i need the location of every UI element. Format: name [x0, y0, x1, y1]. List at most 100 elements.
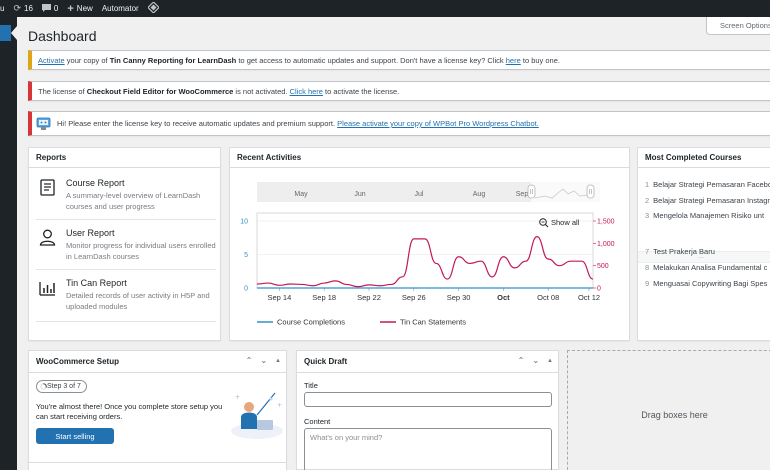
- new-content-link[interactable]: + New: [67, 3, 92, 15]
- x-tick-label: Oct: [497, 293, 510, 302]
- admin-bar: u ⟳ 16 0 + New Automator: [0, 0, 770, 17]
- new-label: New: [76, 4, 93, 13]
- progress-ring-icon: [40, 383, 47, 390]
- widget-header: Reports: [29, 148, 220, 168]
- bar-chart-icon: [39, 279, 56, 296]
- click-here-link[interactable]: Click here: [290, 87, 323, 96]
- course-item[interactable]: 2 Belajar Strategi Pemasaran Instagra: [645, 196, 770, 205]
- notice-text: to buy one.: [520, 55, 560, 65]
- move-down-icon[interactable]: ⌄: [260, 356, 267, 365]
- updates-link[interactable]: ⟳ 16: [13, 3, 32, 14]
- course-rank: 7: [645, 247, 650, 256]
- user-report-item[interactable]: User Report Monitor progress for individ…: [36, 226, 216, 270]
- y-right-tick-label: 1,000: [597, 241, 615, 248]
- content-label: Content: [304, 417, 331, 426]
- step-label: Step 3 of 7: [47, 383, 81, 390]
- toggle-panel-icon[interactable]: ▲: [547, 358, 553, 365]
- navigator-right-handle[interactable]: [586, 184, 595, 199]
- draft-content-textarea[interactable]: What's on your mind?: [304, 428, 552, 470]
- comments-link[interactable]: 0: [41, 3, 58, 14]
- course-rank: 9: [645, 279, 650, 288]
- move-up-icon[interactable]: ⌃: [246, 356, 253, 365]
- title-label: Title: [304, 381, 318, 390]
- license-notice-tincanny: Activate your copy of Tin Canny Reportin…: [28, 50, 770, 70]
- navigator-month-label: May: [294, 191, 308, 198]
- course-item[interactable]: 1 Belajar Strategi Pemasaran Facebo: [645, 180, 770, 189]
- setup-step-indicator: Step 3 of 7: [36, 380, 87, 393]
- widget-title: Most Completed Courses: [645, 153, 742, 162]
- widget-header: Recent Activities: [230, 148, 629, 168]
- notice-text: The license of: [38, 86, 87, 96]
- widget-title: Quick Draft: [304, 357, 348, 366]
- activate-link[interactable]: Activate: [38, 56, 65, 65]
- show-all-button[interactable]: Show all: [539, 218, 580, 228]
- notice-plugin-name: Tin Canny Reporting for LearnDash: [109, 55, 237, 65]
- course-name: Test Prakerja Baru: [653, 247, 715, 256]
- license-notice-wpbot: Hi! Please enter the license key to rece…: [28, 111, 770, 136]
- automator-link[interactable]: Automator: [102, 4, 139, 13]
- navigator-month-label: Aug: [473, 191, 486, 198]
- box-controls: ⌃ ⌄ ▲: [518, 356, 553, 365]
- screen-options-button[interactable]: Screen Options: [706, 17, 770, 35]
- toggle-panel-icon[interactable]: ▲: [275, 358, 281, 365]
- y-right-tick-label: 0: [597, 286, 601, 293]
- notice-text: to get access to automatic updates and s…: [236, 55, 506, 65]
- x-axis-ticks: Sep 14 Sep 18 Sep 22 Sep 26 Sep 30 Oct Oct 08 O…: [268, 288, 600, 302]
- move-up-icon[interactable]: ⌃: [518, 356, 525, 365]
- svg-text:+: +: [277, 402, 282, 409]
- svg-text:+: +: [235, 394, 240, 401]
- course-rank: 3: [645, 211, 650, 220]
- move-down-icon[interactable]: ⌄: [532, 356, 539, 365]
- comment-icon: [41, 3, 51, 14]
- tincan-report-item[interactable]: Tin Can Report Detailed records of user …: [36, 276, 216, 322]
- legend-label: Course Completions: [277, 318, 345, 327]
- page-title: Dashboard: [28, 28, 97, 44]
- setup-message: You're almost there! Once you complete s…: [36, 402, 223, 421]
- button-label: Start selling: [55, 431, 95, 441]
- plot-area: [256, 212, 594, 289]
- y-axis-left: 0 5 10: [240, 219, 248, 293]
- y-axis-right: 0 500 1,000 1,500: [593, 219, 615, 293]
- widget-header: Most Completed Courses: [638, 148, 770, 168]
- draft-title-input[interactable]: [304, 392, 552, 407]
- course-item[interactable]: 3 Mengelola Manajemen Risiko unt: [645, 211, 764, 220]
- reports-widget: Reports Course Report A summary-level ov…: [28, 147, 221, 341]
- y-left-tick-label: 0: [244, 286, 248, 293]
- course-name: Belajar Strategi Pemasaran Instagra: [653, 196, 770, 205]
- next-widget-partial: [28, 462, 287, 470]
- chart-series: [256, 236, 594, 289]
- notice-text: Hi! Please enter the license key to rece…: [57, 119, 338, 128]
- report-title: Course Report: [66, 178, 125, 188]
- dashboard-menu-item[interactable]: [0, 25, 11, 41]
- navigator-left-handle[interactable]: [527, 184, 536, 199]
- course-item[interactable]: 8 Melakukan Analisa Fundamental c: [645, 263, 767, 272]
- navigator-month-label: Jul: [415, 191, 424, 198]
- course-item[interactable]: 9 Menguasai Copywriting Bagi Spes: [645, 279, 767, 288]
- notice-plugin-name: Checkout Field Editor for WooCommerce: [86, 86, 234, 96]
- empty-drop-zone[interactable]: Drag boxes here: [567, 350, 770, 470]
- report-title: Tin Can Report: [66, 278, 127, 288]
- drop-zone-label: Drag boxes here: [641, 410, 708, 420]
- site-name-fragment[interactable]: u: [0, 4, 4, 13]
- quick-draft-widget: Quick Draft ⌃ ⌄ ▲ Title Content What's o…: [296, 350, 559, 470]
- y-gridlines: [257, 220, 593, 289]
- course-name: Menguasai Copywriting Bagi Spes: [653, 279, 768, 288]
- activity-chart[interactable]: May Jun Jul Aug Sep Sep 14 Sep 18 Sep 22 Sep 26…: [230, 169, 629, 340]
- notice-text: your copy of: [64, 55, 110, 65]
- content-placeholder: What's on your mind?: [310, 433, 383, 442]
- report-description: Monitor progress for individual users en…: [66, 241, 216, 261]
- recent-activities-widget: Recent Activities May Jun Jul Aug Sep Sep 14…: [229, 147, 630, 341]
- widget-title: WooCommerce Setup: [36, 357, 119, 366]
- show-all-label: Show all: [551, 218, 580, 227]
- course-report-item[interactable]: Course Report A summary-level overview o…: [36, 176, 216, 220]
- course-item[interactable]: 7 Test Prakerja Baru: [645, 247, 715, 256]
- series-line-tin-can-statements: [256, 236, 594, 288]
- report-description: A summary-level overview of LearnDash co…: [66, 191, 201, 211]
- license-notice-checkout: The license of Checkout Field Editor for…: [28, 81, 770, 101]
- diamond-menu[interactable]: [146, 1, 160, 15]
- widget-title: Recent Activities: [237, 153, 302, 162]
- activate-wpbot-link[interactable]: Please activate your copy of WPBot Pro W…: [337, 119, 539, 128]
- buy-here-link[interactable]: here: [506, 56, 521, 65]
- start-selling-button[interactable]: Start selling: [36, 428, 114, 444]
- admin-sidebar: [0, 17, 17, 470]
